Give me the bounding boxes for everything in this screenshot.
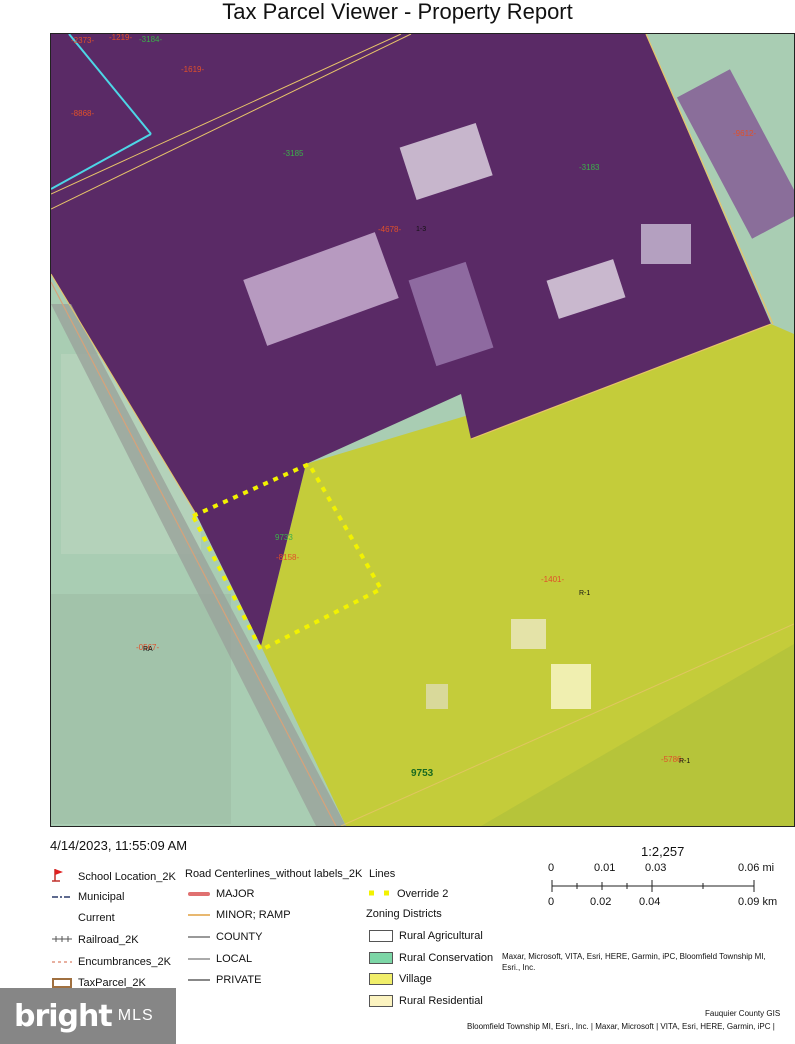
legend-item-major: MAJOR (188, 888, 255, 900)
attribution-line2: Esri., Inc. (502, 963, 536, 972)
private-road-icon (188, 979, 210, 981)
dash-dot-line-icon (52, 891, 72, 903)
scale-km-label: 0 (548, 896, 555, 908)
scale-mi-label: 0.01 (594, 862, 616, 874)
parcel-label: -1401- (541, 575, 565, 584)
legend-item-village: Village (369, 973, 432, 985)
legend-item-county: COUNTY (188, 931, 262, 943)
attribution-line3: Bloomfield Township MI, Esri., Inc. | Ma… (467, 1022, 775, 1031)
legend-item-local: LOCAL (188, 953, 252, 965)
override-dash-icon (369, 888, 391, 900)
map-canvas (51, 34, 794, 826)
legend-roads-heading: Road Centerlines_without labels_2K (185, 868, 363, 880)
attribution-line1: Maxar, Microsoft, VITA, Esri, HERE, Garm… (502, 952, 766, 961)
house (551, 664, 591, 709)
scale-mi-label: 0.06 mi (738, 862, 775, 874)
parcel-label: -1619- (181, 65, 205, 74)
zone-label: 1-3 (416, 226, 427, 233)
building (641, 224, 691, 264)
house (511, 619, 546, 649)
dashed-line-icon (52, 956, 72, 968)
legend-item-railroad: Railroad_2K (52, 934, 139, 946)
watermark-brand: bright (14, 998, 113, 1034)
rural-cons-swatch (369, 952, 393, 964)
parcel-label: -2373- (71, 36, 95, 45)
railroad-line-icon (52, 934, 72, 946)
major-road-icon (188, 892, 210, 896)
legend-item-current: Current (78, 912, 115, 924)
rural-ag-swatch (369, 930, 393, 942)
scale-km-label: 0.09 km (738, 896, 778, 908)
legend-item-override: Override 2 (369, 888, 448, 900)
legend-item-rural-ag: Rural Agricultural (369, 930, 483, 942)
attribution-org: Fauquier County GIS (705, 1009, 781, 1018)
legend-item-rural-cons: Rural Conservation (369, 952, 493, 964)
house (426, 684, 448, 709)
report-timestamp: 4/14/2023, 11:55:09 AM (50, 838, 188, 853)
legend-item-rural-res: Rural Residential (369, 995, 483, 1007)
zone-label: RA (143, 646, 153, 653)
parcel-label: 9753 (411, 768, 434, 779)
parcel-label: -9612- (733, 129, 757, 138)
legend-item-encumbrances: Encumbrances_2K (52, 956, 171, 968)
legend-item-minor: MINOR; RAMP (188, 909, 291, 921)
scale-mi-label: 0 (548, 862, 555, 874)
parcel-label: -3183 (579, 163, 600, 172)
parcel-label: -8868- (71, 109, 95, 118)
scale-mi-label: 0.03 (645, 862, 667, 874)
legend-item-private: PRIVATE (188, 974, 261, 986)
parcel-label: -1219- (109, 33, 133, 42)
bright-mls-watermark: bright MLS (0, 988, 176, 1044)
legend-lines-heading: Lines (369, 868, 396, 880)
legend-zoning-heading: Zoning Districts (366, 908, 442, 920)
rural-res-swatch (369, 995, 393, 1007)
field-patch (51, 594, 231, 824)
school-flag-icon (52, 868, 72, 885)
parcel-label: -3185 (283, 149, 304, 158)
local-road-icon (188, 958, 210, 960)
scale-bar (551, 880, 755, 892)
map-frame[interactable]: -2373- -1219- -3184- -1619- -8868- -3185… (50, 33, 795, 827)
county-road-icon (188, 936, 210, 938)
legend-item-school: School Location_2K (52, 868, 176, 885)
parcel-box-icon (52, 978, 72, 988)
scale-ratio: 1:2,257 (641, 844, 685, 859)
watermark-suffix: MLS (117, 1007, 154, 1024)
legend-item-municipal: Municipal (52, 891, 124, 903)
parcel-label: -4678- (378, 225, 402, 234)
scale-km-label: 0.02 (590, 896, 612, 908)
minor-road-icon (188, 914, 210, 916)
zone-label: R-1 (579, 590, 591, 597)
parcel-label: -3184- (139, 35, 163, 44)
page-title: Tax Parcel Viewer - Property Report (222, 0, 573, 24)
parcel-label: -8158- (276, 553, 300, 562)
parcel-label: 9733 (275, 533, 293, 542)
zone-label: R-1 (679, 758, 691, 765)
village-swatch (369, 973, 393, 985)
scale-km-label: 0.04 (639, 896, 661, 908)
